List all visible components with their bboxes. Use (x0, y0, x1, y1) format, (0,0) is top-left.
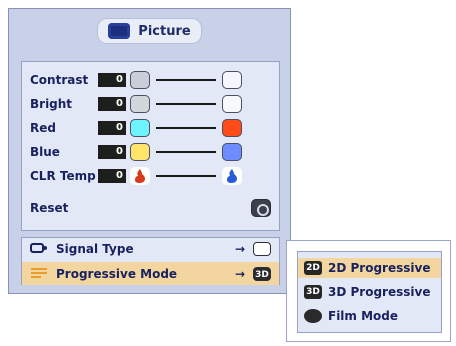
film-mode-label: Film Mode (328, 309, 399, 323)
2d-tag: 2D (304, 261, 322, 275)
menu-header: Picture (9, 9, 290, 53)
bright-right-icon (222, 95, 242, 113)
picture-icon (108, 23, 131, 39)
blue-row[interactable]: Blue 0 (30, 142, 242, 162)
contrast-slider[interactable] (156, 79, 216, 81)
blue-slider[interactable] (156, 151, 216, 153)
flame-red-icon (130, 167, 150, 185)
clr-temp-slider[interactable] (156, 175, 216, 177)
picture-menu: Picture Contrast 0 Bright 0 Red 0 Blue 0… (8, 8, 291, 294)
contrast-value: 0 (98, 73, 126, 87)
picture-title-text: Picture (138, 23, 191, 39)
red-left-icon (130, 119, 150, 137)
blue-right-icon (222, 143, 242, 161)
adjustment-panel: Contrast 0 Bright 0 Red 0 Blue 0 CLR Tem… (21, 61, 280, 231)
reset-label: Reset (30, 201, 69, 215)
blue-label: Blue (30, 145, 60, 159)
clr-temp-label: CLR Temp (30, 169, 96, 183)
contrast-row[interactable]: Contrast 0 (30, 70, 242, 90)
3d-label: 3D Progressive (328, 285, 431, 299)
bright-left-icon (130, 95, 150, 113)
progressive-icon (30, 266, 48, 281)
progressive-submenu: 2D 2D Progressive 3D 3D Progressive Film… (286, 240, 451, 342)
picture-title: Picture (97, 18, 202, 44)
progressive-mode-badge: 3D (253, 266, 271, 281)
signal-icon (30, 242, 48, 257)
lower-panel: Signal Type → Progressive Mode → 3D (21, 237, 280, 285)
reset-icon[interactable] (251, 199, 271, 217)
bright-label: Bright (30, 97, 73, 111)
bright-value: 0 (98, 97, 126, 111)
progressive-mode-label: Progressive Mode (56, 266, 178, 281)
2d-label: 2D Progressive (328, 261, 431, 275)
red-row[interactable]: Red 0 (30, 118, 242, 138)
clr-temp-value: 0 (98, 169, 126, 183)
submenu-item-2d-progressive[interactable]: 2D 2D Progressive (298, 258, 441, 278)
film-mode-icon (304, 309, 322, 323)
blue-value: 0 (98, 145, 126, 159)
contrast-left-icon (130, 71, 150, 89)
signal-type-button[interactable] (253, 242, 271, 256)
bright-row[interactable]: Bright 0 (30, 94, 242, 114)
progressive-arrow-icon: → (234, 266, 245, 281)
red-right-icon (222, 119, 242, 137)
submenu-item-3d-progressive[interactable]: 3D 3D Progressive (304, 282, 430, 302)
contrast-right-icon (222, 71, 242, 89)
flame-blue-icon (222, 167, 242, 185)
blue-left-icon (130, 143, 150, 161)
progressive-mode-row[interactable]: Progressive Mode → 3D (22, 262, 279, 285)
contrast-label: Contrast (30, 73, 89, 87)
red-slider[interactable] (156, 127, 216, 129)
red-value: 0 (98, 121, 126, 135)
progressive-submenu-panel: 2D 2D Progressive 3D 3D Progressive Film… (297, 251, 442, 333)
3d-tag: 3D (304, 285, 322, 299)
signal-type-label: Signal Type (56, 242, 134, 256)
signal-type-row[interactable]: Signal Type → (22, 238, 279, 260)
signal-arrow-icon: → (234, 242, 245, 256)
red-label: Red (30, 121, 56, 135)
clr-temp-row[interactable]: CLR Temp 0 (30, 166, 242, 186)
submenu-item-film-mode[interactable]: Film Mode (304, 306, 398, 326)
reset-row[interactable]: Reset (30, 198, 271, 218)
bright-slider[interactable] (156, 103, 216, 105)
